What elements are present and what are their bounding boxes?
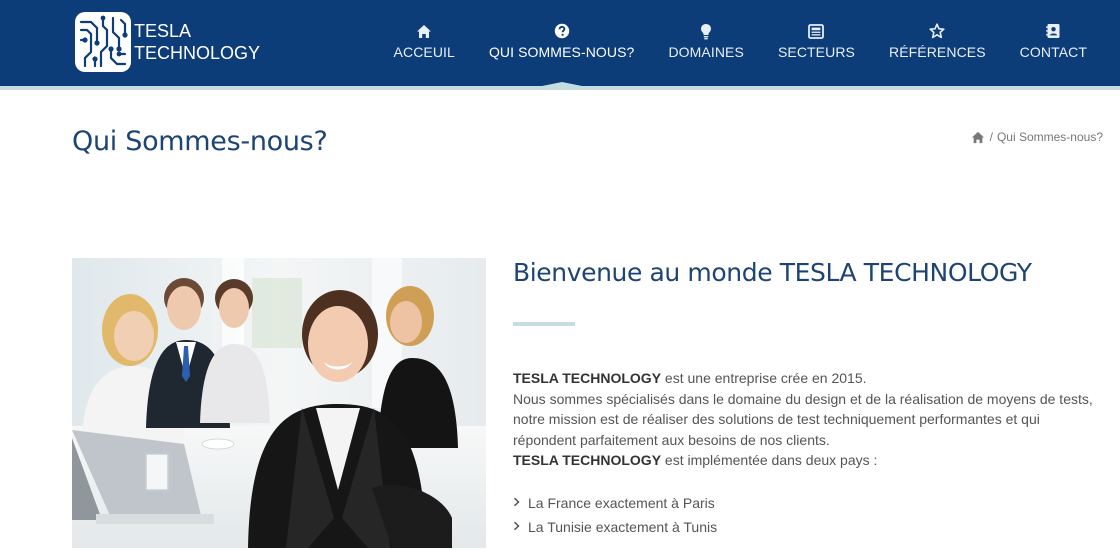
page-title: Qui Sommes-nous? (72, 126, 328, 157)
nav-label: CONTACT (1019, 44, 1087, 60)
chevron-right-icon (513, 496, 528, 510)
breadcrumb: / Qui Sommes-nous? (971, 130, 1103, 144)
welcome-heading: Bienvenue au monde TESLA TECHNOLOGY (513, 258, 1032, 287)
company-name: TESLA TECHNOLOGY (513, 452, 662, 469)
founding-text: est une entreprise crée en 2015. (661, 370, 867, 386)
brand-name: TESLA TECHNOLOGY (134, 20, 260, 64)
about-content: Bienvenue au monde TESLA TECHNOLOGY TESL… (513, 258, 1103, 539)
brand-line-1: TESLA (134, 21, 192, 41)
star-icon (929, 22, 945, 40)
countries-list: La France exactement à Paris La Tunisie … (513, 491, 1103, 539)
country-france: La France exactement à Paris (528, 494, 715, 511)
nav-label: DOMAINES (668, 44, 744, 60)
mission-text: Nous sommes spécialisés dans le domaine … (513, 390, 1093, 448)
address-book-icon (1045, 22, 1061, 40)
nav-label: ACCEUIL (393, 44, 455, 60)
nav-item-domaines[interactable]: DOMAINES (651, 0, 760, 86)
nav-label: QUI SOMMES-NOUS? (488, 44, 635, 60)
list-item: La Tunisie exactement à Tunis (513, 515, 1103, 539)
brand-line-2: TECHNOLOGY (134, 43, 261, 63)
question-circle-icon (554, 22, 570, 40)
list-item: La France exactement à Paris (513, 491, 1103, 515)
nav-label: SECTEURS (777, 44, 855, 60)
newspaper-icon (808, 22, 825, 40)
country-tunisie: La Tunisie exactement à Tunis (528, 518, 718, 535)
nav-item-qui-sommes-nous[interactable]: QUI SOMMES-NOUS? (472, 0, 652, 88)
main-nav: ACCEUIL QUI SOMMES-NOUS? DOMAINES SECTEU… (377, 0, 1104, 88)
chevron-right-icon (513, 520, 528, 534)
nav-item-secteurs[interactable]: SECTEURS (761, 0, 872, 86)
breadcrumb-current: Qui Sommes-nous? (996, 130, 1103, 144)
breadcrumb-separator: / (989, 130, 993, 144)
home-icon (416, 22, 432, 40)
home-icon[interactable] (971, 131, 985, 144)
brand-logo[interactable]: TESLA TECHNOLOGY (75, 12, 260, 72)
countries-intro: est implémentée dans deux pays : (661, 452, 878, 469)
heading-divider (513, 322, 575, 326)
nav-item-references[interactable]: RÉFÉRENCES (872, 0, 1003, 86)
company-name: TESLA TECHNOLOGY (513, 370, 662, 386)
lightbulb-icon (700, 22, 712, 40)
nav-item-contact[interactable]: CONTACT (1003, 0, 1104, 86)
about-paragraph: TESLA TECHNOLOGY est une entreprise crée… (513, 368, 1103, 471)
header-divider (0, 86, 1120, 90)
nav-item-acceuil[interactable]: ACCEUIL (377, 0, 472, 86)
circuit-logo-icon (75, 12, 131, 72)
team-photo (72, 258, 486, 548)
site-header: TESLA TECHNOLOGY ACCEUIL QUI SOMMES-NOUS… (0, 0, 1120, 88)
nav-label: RÉFÉRENCES (888, 44, 986, 60)
